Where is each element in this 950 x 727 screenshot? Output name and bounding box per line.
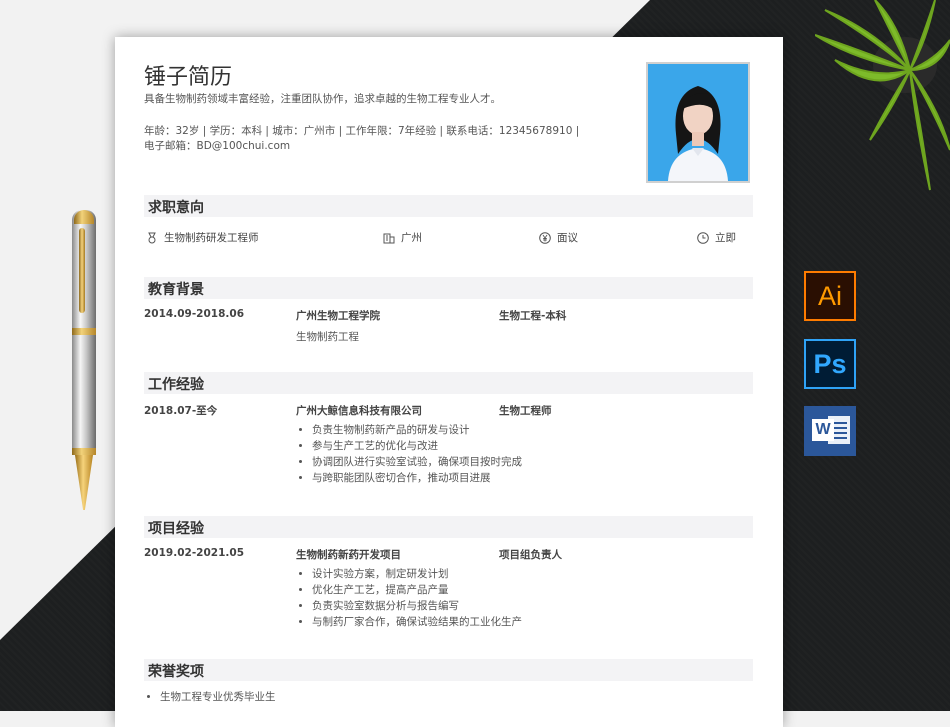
- section-education: 教育背景: [144, 277, 753, 299]
- project-duties: 设计实验方案，制定研发计划 优化生产工艺，提高产品产量 负责实验室数据分析与报告…: [296, 566, 522, 630]
- list-item: 与制药厂家合作，确保试验结果的工业化生产: [312, 614, 522, 630]
- section-intent: 求职意向: [144, 195, 753, 217]
- project-date: 2019.02-2021.05: [144, 547, 245, 559]
- list-item: 参与生产工艺的优化与改进: [312, 438, 522, 454]
- word-label: W: [812, 419, 834, 441]
- pen-ring: [72, 328, 96, 335]
- work-date: 2018.07-至今: [144, 405, 218, 417]
- section-project: 项目经验: [144, 516, 753, 538]
- photoshop-icon: Ps: [804, 339, 856, 389]
- work-role: 生物工程师: [499, 405, 552, 417]
- intent-availability: 立即: [697, 230, 736, 245]
- plant-image: [815, 0, 950, 191]
- education-school: 广州生物工程学院: [296, 310, 380, 322]
- resume-page: 锤子简历 具备生物制药领域丰富经验，注重团队协作，追求卓越的生物工程专业人才。 …: [115, 37, 783, 727]
- resume-name: 锤子简历: [144, 65, 233, 90]
- personal-info-line: 年龄：32岁 | 学历：本科 | 城市：广州市 | 工作年限：7年经验 | 联系…: [144, 125, 580, 137]
- education-date: 2014.09-2018.06: [144, 308, 245, 320]
- intent-position-text: 生物制药研发工程师: [164, 232, 259, 244]
- section-title: 求职意向: [148, 200, 204, 216]
- list-item: 生物工程专业优秀毕业生: [160, 689, 276, 705]
- list-item: 与跨职能团队密切合作，推动项目进展: [312, 470, 522, 486]
- illustrator-label: Ai: [817, 280, 842, 311]
- list-item: 负责生物制药新产品的研发与设计: [312, 422, 522, 438]
- pen-ring: [72, 448, 96, 455]
- building-icon: [383, 233, 395, 243]
- intent-salary: 面议: [539, 230, 578, 245]
- awards-list: 生物工程专业优秀毕业生: [144, 689, 276, 705]
- illustrator-icon: Ai: [804, 271, 856, 321]
- intent-city-text: 广州: [401, 232, 422, 244]
- list-item: 协调团队进行实验室试验，确保项目按时完成: [312, 454, 522, 470]
- clock-icon: [697, 231, 709, 244]
- word-icon: W: [804, 406, 856, 456]
- intent-position: 生物制药研发工程师: [146, 230, 259, 245]
- work-company: 广州大鲸信息科技有限公司: [296, 405, 422, 417]
- email-line: 电子邮箱：BD@100chui.com: [144, 140, 291, 152]
- profile-photo: [646, 62, 750, 183]
- intent-availability-text: 立即: [715, 232, 736, 244]
- list-item: 优化生产工艺，提高产品产量: [312, 582, 522, 598]
- education-major: 生物制药工程: [296, 331, 359, 343]
- yen-icon: [539, 231, 551, 244]
- medal-icon: [148, 232, 156, 243]
- section-work: 工作经验: [144, 372, 753, 394]
- section-title: 项目经验: [148, 521, 204, 537]
- project-role: 项目组负责人: [499, 549, 562, 561]
- education-degree: 生物工程-本科: [499, 310, 567, 322]
- intent-salary-text: 面议: [557, 232, 578, 244]
- resume-summary: 具备生物制药领域丰富经验，注重团队协作，追求卓越的生物工程专业人才。: [144, 93, 501, 105]
- pen-clip: [79, 228, 85, 313]
- section-title: 荣誉奖项: [148, 664, 204, 680]
- section-awards: 荣誉奖项: [144, 659, 753, 681]
- list-item: 设计实验方案，制定研发计划: [312, 566, 522, 582]
- photoshop-label: Ps: [813, 348, 847, 379]
- work-duties: 负责生物制药新产品的研发与设计 参与生产工艺的优化与改进 协调团队进行实验室试验…: [296, 422, 522, 486]
- intent-city: 广州: [383, 230, 422, 245]
- section-title: 教育背景: [148, 282, 204, 298]
- list-item: 负责实验室数据分析与报告编写: [312, 598, 522, 614]
- pen-cap-top: [74, 210, 94, 224]
- pen-body: [72, 335, 96, 450]
- pen-nib: [75, 455, 93, 510]
- section-title: 工作经验: [148, 377, 204, 393]
- project-name: 生物制药新药开发项目: [296, 549, 401, 561]
- portrait-illustration: [648, 64, 748, 181]
- fountain-pen-image: [72, 210, 96, 510]
